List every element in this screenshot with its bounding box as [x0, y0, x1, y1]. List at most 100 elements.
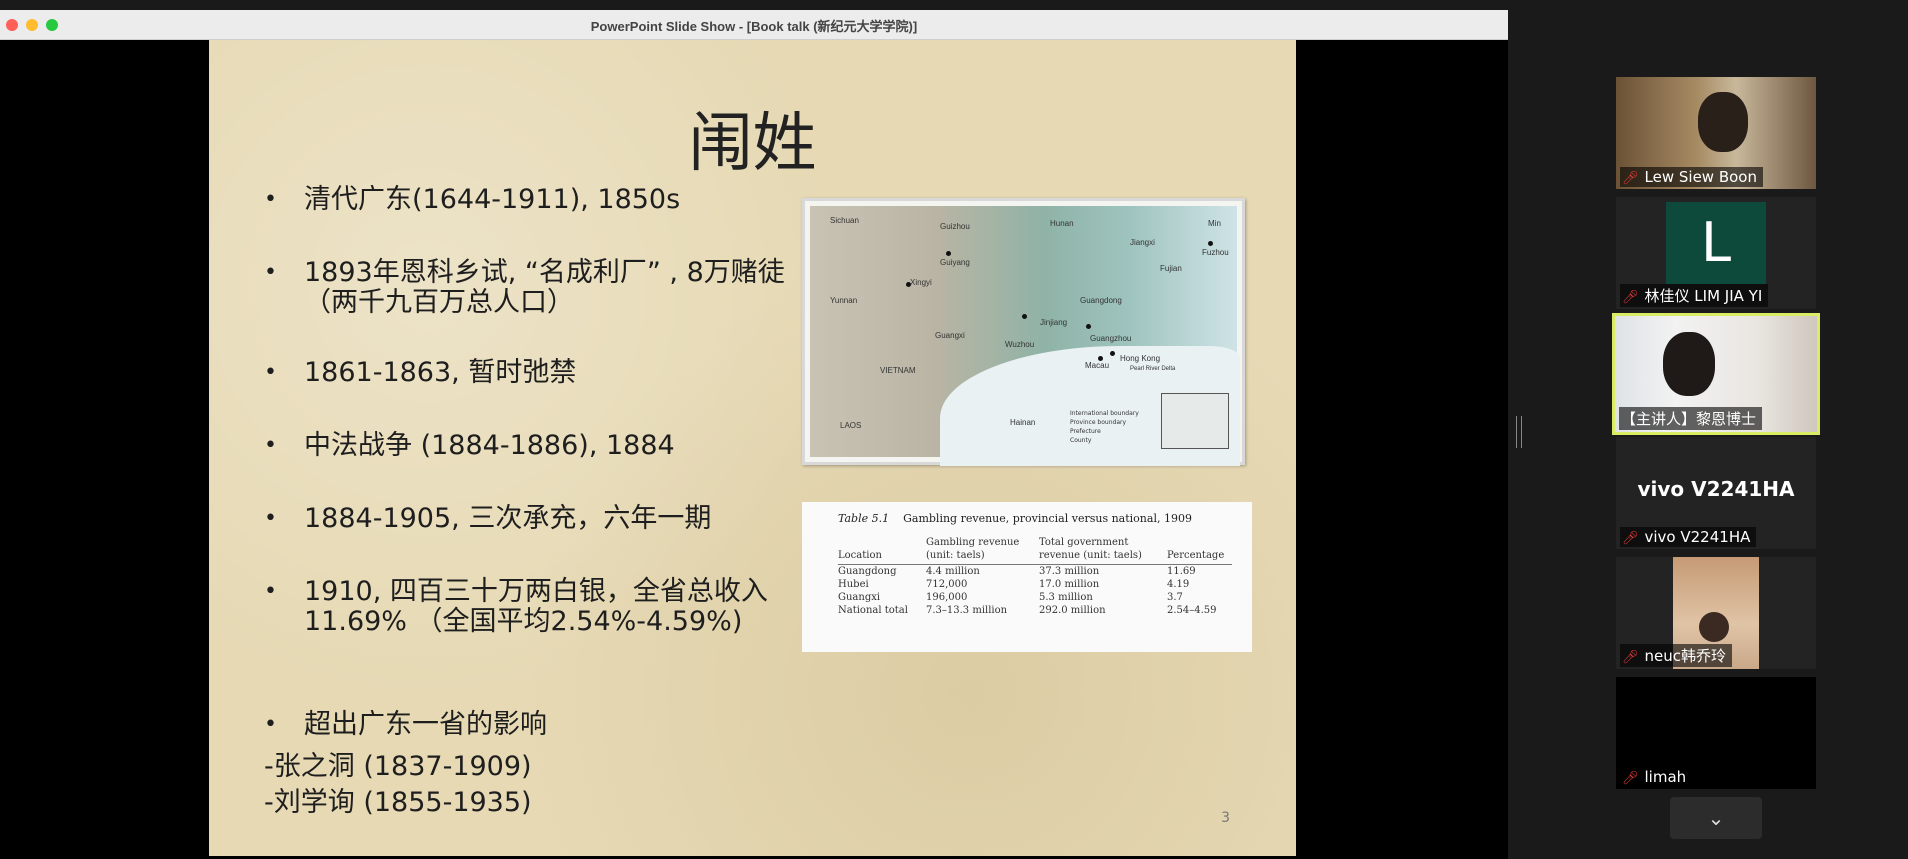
map-label: Wuzhou — [1005, 340, 1035, 349]
mic-muted-icon: 🎤︎ — [1622, 290, 1639, 305]
mic-muted-icon: 🎤︎ — [1622, 771, 1639, 786]
map-legend-item: Province boundary — [1070, 419, 1127, 426]
bullet-item: 1861-1863, 暂时弛禁 — [264, 358, 824, 389]
scroll-down-button[interactable]: ⌄ — [1670, 797, 1762, 839]
map-label: VIETNAM — [880, 366, 916, 375]
table-cell: Hubei — [838, 579, 869, 590]
participant-name: neuc韩乔玲 — [1644, 647, 1727, 665]
map-city-marker — [1022, 314, 1027, 319]
table-cell: Guangdong — [838, 566, 897, 577]
table-cell: 5.3 million — [1039, 592, 1093, 603]
map-label: Fuzhou — [1202, 248, 1229, 257]
slide[interactable]: 闱姓 清代广东(1644-1911), 1850s 1893年恩科乡试, “名成… — [209, 40, 1296, 856]
table-cell: 3.7 — [1167, 592, 1183, 603]
participant-tile[interactable]: 🎤︎ neuc韩乔玲 — [1616, 557, 1816, 669]
map-label: Hong Kong — [1120, 354, 1161, 363]
window-title: PowerPoint Slide Show - [Book talk (新纪元大… — [590, 19, 918, 34]
chevron-down-icon: ⌄ — [1707, 806, 1725, 830]
map-legend-item: County — [1070, 437, 1092, 444]
table-cell: National total — [838, 605, 908, 616]
participant-head — [1699, 612, 1729, 642]
participant-name: Lew Siew Boon — [1644, 168, 1757, 186]
map-label: Jinjiang — [1040, 318, 1068, 327]
table-cell: 4.4 million — [926, 566, 980, 577]
participant-name: 林佳仪 LIM JIA YI — [1644, 287, 1763, 305]
participant-name-tag: 🎤︎ vivo V2241HA — [1620, 527, 1757, 547]
map-image: Sichuan Guizhou Hunan Jiangxi Min Fuzhou… — [802, 198, 1245, 466]
bullet-item: 1884-1905, 三次承充，六年一期 — [264, 504, 824, 535]
participant-name-tag: 🎤︎ limah — [1620, 767, 1693, 787]
participant-name-tag: 🎤︎ neuc韩乔玲 — [1620, 644, 1733, 667]
table-cell: Guangxi — [838, 592, 881, 603]
map-label: LAOS — [840, 421, 862, 430]
map-label: Macau — [1085, 361, 1110, 370]
table-cell: 2.54–4.59 — [1167, 605, 1217, 616]
sub-line: -刘学询 (1855-1935) — [264, 787, 532, 818]
bullet-item: 清代广东(1644-1911), 1850s — [264, 185, 824, 216]
map-legend: International boundary Province boundary… — [1070, 409, 1139, 445]
participant-tile[interactable]: L 🎤︎ 林佳仪 LIM JIA YI — [1616, 197, 1816, 309]
map-legend-item: International boundary — [1070, 410, 1139, 417]
map-terrain: Sichuan Guizhou Hunan Jiangxi Min Fuzhou… — [810, 206, 1240, 466]
bullet-item: 1893年恩科乡试, “名成利厂” , 8万赌徒（两千九百万总人口） — [264, 258, 824, 318]
bullet-item: 中法战争 (1884-1886), 1884 — [264, 431, 824, 462]
avatar: L — [1666, 202, 1766, 284]
sub-line: -张之洞 (1837-1909) — [264, 751, 532, 782]
table-row: Guangxi 196,000 5.3 million 3.7 — [838, 591, 1232, 604]
map-city-marker — [906, 282, 911, 287]
map-label: Hunan — [1050, 219, 1074, 228]
participant-name-tag: 🎤︎ 林佳仪 LIM JIA YI — [1620, 284, 1769, 307]
table-cell: 17.0 million — [1039, 579, 1100, 590]
map-label: Guangdong — [1080, 296, 1122, 305]
participant-tile-active-speaker[interactable]: 【主讲人】黎恩博士 — [1612, 313, 1820, 435]
table-cell: 292.0 million — [1039, 605, 1106, 616]
table-header: Gambling revenue (unit: taels) — [926, 536, 1039, 565]
map-city-marker — [1086, 324, 1091, 329]
table-cell: 37.3 million — [1039, 566, 1100, 577]
map-label: Guangzhou — [1090, 334, 1132, 343]
table-header-row: Location Gambling revenue (unit: taels) … — [838, 536, 1233, 565]
map-city-marker — [1098, 356, 1103, 361]
map-label: Min — [1208, 219, 1221, 228]
table-cell: 196,000 — [926, 592, 968, 603]
map-label: Guiyang — [940, 258, 970, 267]
table-header: Percentage — [1167, 536, 1233, 565]
table-row: Guangdong 4.4 million 37.3 million 11.69 — [838, 565, 1232, 579]
participant-name: vivo V2241HA — [1644, 528, 1751, 546]
table-header: Total government revenue (unit: taels) — [1039, 536, 1167, 565]
table-caption: Table 5.1 Gambling revenue, provincial v… — [838, 512, 1192, 525]
table-cell: 4.19 — [1167, 579, 1190, 590]
participant-tile[interactable]: 🎤︎ limah — [1616, 677, 1816, 789]
table-row: Hubei 712,000 17.0 million 4.19 — [838, 578, 1232, 591]
table-row: National total 7.3–13.3 million 292.0 mi… — [838, 604, 1232, 617]
slide-title: 闱姓 — [688, 107, 817, 181]
panel-resize-handle[interactable] — [1516, 416, 1522, 448]
bullet-item: 1910, 四百三十万两白银，全省总收入 11.69% （全国平均2.54%-4… — [264, 577, 824, 637]
map-label: Sichuan — [830, 216, 859, 225]
participant-name: limah — [1644, 768, 1687, 786]
map-label: Guizhou — [940, 222, 970, 231]
bullet-item: 超出广东一省的影响 — [264, 710, 824, 741]
map-inset — [1161, 393, 1229, 449]
map-label: Yunnan — [830, 296, 858, 305]
map-label: Xingyi — [910, 278, 932, 287]
table-caption-number: Table 5.1 — [838, 512, 890, 525]
table-cell: 11.69 — [1167, 566, 1196, 577]
participant-name-tag: 【主讲人】黎恩博士 — [1619, 407, 1763, 430]
mic-muted-icon: 🎤︎ — [1622, 650, 1639, 665]
map-label: Guangxi — [935, 331, 965, 340]
map-label: Jiangxi — [1130, 238, 1155, 247]
table-cell: 7.3–13.3 million — [926, 605, 1008, 616]
table-caption-text: Gambling revenue, provincial versus nati… — [903, 512, 1192, 525]
revenue-table: Location Gambling revenue (unit: taels) … — [838, 536, 1233, 617]
mic-muted-icon: 🎤︎ — [1622, 531, 1639, 546]
participant-tile[interactable]: vivo V2241HA 🎤︎ vivo V2241HA — [1616, 437, 1816, 549]
slide-page-number: 3 — [1221, 810, 1230, 826]
map-label: Pearl River Delta — [1130, 366, 1176, 372]
table-header: Location — [838, 536, 926, 565]
revenue-table-image: Table 5.1 Gambling revenue, provincial v… — [802, 502, 1252, 652]
participant-tile[interactable]: 🎤︎ Lew Siew Boon — [1616, 77, 1816, 189]
map-city-marker — [1208, 241, 1213, 246]
map-label: Hainan — [1010, 418, 1036, 427]
participant-head — [1698, 92, 1748, 152]
